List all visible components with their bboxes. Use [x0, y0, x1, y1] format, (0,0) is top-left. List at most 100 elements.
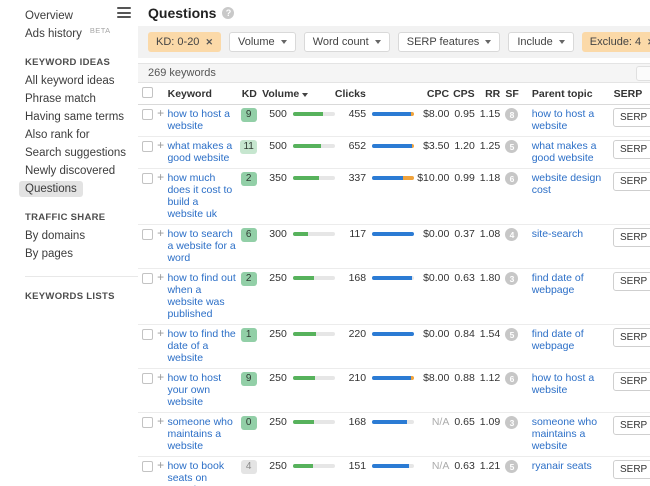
table-row: + how to book seats on ryanair website 4…	[138, 457, 650, 486]
row-checkbox[interactable]	[142, 141, 153, 152]
serp-features-badge: 5	[505, 328, 518, 341]
volume-bar	[293, 144, 335, 148]
parent-topic-link[interactable]: how to host a website	[532, 372, 594, 396]
column-header-cpc[interactable]: CPC	[414, 88, 449, 100]
parent-topic-link[interactable]: what makes a good website	[532, 140, 597, 164]
keyword-link[interactable]: how to find out when a website was publi…	[167, 272, 235, 320]
sidebar-item-by-pages[interactable]: By pages	[0, 245, 138, 263]
rr-value: 1.09	[475, 416, 500, 428]
serp-button[interactable]: SERP	[613, 328, 650, 347]
column-header-kd[interactable]: KD	[237, 88, 263, 100]
serp-features-badge: 5	[505, 460, 518, 473]
table-row: + how to host a website 9 500 455 $8.00 …	[138, 105, 650, 137]
row-checkbox[interactable]	[142, 229, 153, 240]
column-header-keyword[interactable]: Keyword	[168, 88, 237, 100]
sidebar-item-by-domains[interactable]: By domains	[0, 227, 138, 245]
add-to-list-icon[interactable]: +	[157, 226, 164, 240]
chip-close-icon[interactable]: ✕	[205, 37, 213, 48]
serp-button[interactable]: SERP	[613, 372, 650, 391]
add-to-list-icon[interactable]: +	[157, 170, 164, 184]
parent-topic-link[interactable]: how to host a website	[532, 108, 594, 132]
serp-button[interactable]: SERP	[613, 108, 650, 127]
filter-chip-serp-features[interactable]: SERP features	[398, 32, 501, 52]
keyword-link[interactable]: how much does it cost to build a website…	[167, 172, 232, 220]
volume-bar	[293, 176, 335, 180]
cpc-value: $3.50	[414, 140, 449, 152]
filter-chip-volume[interactable]: Volume	[229, 32, 296, 52]
add-to-list-icon[interactable]: +	[157, 458, 164, 472]
add-to-list-icon[interactable]: +	[157, 106, 164, 120]
column-header-clicks[interactable]: Clicks	[335, 88, 414, 100]
sidebar-item-questions[interactable]: Questions	[0, 180, 138, 198]
add-to-list-icon[interactable]: +	[157, 326, 164, 340]
table-header: Keyword KD Volume Clicks CPC CPS RR SF P…	[138, 83, 650, 105]
serp-button[interactable]: SERP	[613, 416, 650, 435]
rr-value: 1.08	[475, 228, 500, 240]
column-header-rr[interactable]: RR	[475, 88, 501, 100]
sort-desc-icon	[302, 93, 308, 97]
cpc-value: N/A	[414, 460, 449, 472]
sidebar-item-search-suggestions[interactable]: Search suggestions	[0, 144, 138, 162]
row-checkbox[interactable]	[142, 109, 153, 120]
select-all-checkbox-cell	[138, 86, 154, 101]
row-checkbox[interactable]	[142, 173, 153, 184]
serp-features-badge: 3	[505, 416, 518, 429]
keyword-link[interactable]: how to book seats on ryanair website	[167, 460, 224, 486]
row-checkbox[interactable]	[142, 273, 153, 284]
clicks-value: 168	[335, 272, 366, 284]
sidebar-item-all-keyword-ideas[interactable]: All keyword ideas	[0, 72, 138, 90]
parent-topic-link[interactable]: ryanair seats	[532, 460, 592, 472]
cps-value: 0.99	[449, 172, 474, 184]
filter-chip-exclude-4[interactable]: Exclude: 4✕	[582, 32, 650, 52]
filter-chip-include[interactable]: Include	[508, 32, 573, 52]
add-to-list-icon[interactable]: +	[157, 270, 164, 284]
keyword-count: 269 keywords	[148, 67, 216, 79]
serp-features-badge: 3	[505, 272, 518, 285]
add-to-list-icon[interactable]: +	[157, 370, 164, 384]
column-header-parent-topic[interactable]: Parent topic	[524, 88, 611, 100]
sidebar-item-ads-history[interactable]: Ads historyBETA	[0, 25, 138, 43]
column-header-sf[interactable]: SF	[500, 88, 524, 100]
serp-button[interactable]: SERP	[613, 172, 650, 191]
column-header-cps[interactable]: CPS	[449, 88, 475, 100]
keyword-link[interactable]: how to search a website for a word	[167, 228, 235, 264]
keyword-link[interactable]: what makes a good website	[167, 140, 232, 164]
serp-button[interactable]: SERP	[613, 272, 650, 291]
filter-chip-kd-0-20[interactable]: KD: 0-20✕	[148, 32, 221, 52]
sidebar-item-phrase-match[interactable]: Phrase match	[0, 90, 138, 108]
sidebar-item-also-rank-for[interactable]: Also rank for	[0, 126, 138, 144]
column-header-volume[interactable]: Volume	[262, 88, 335, 100]
row-checkbox[interactable]	[142, 373, 153, 384]
row-checkbox[interactable]	[142, 461, 153, 472]
parent-topic-link[interactable]: someone who maintains a website	[532, 416, 597, 452]
count-bar-edge-button[interactable]	[636, 66, 650, 81]
add-to-list-icon[interactable]: +	[157, 414, 164, 428]
keyword-link[interactable]: how to host your own website	[167, 372, 221, 408]
select-all-checkbox[interactable]	[142, 87, 153, 98]
sidebar-item-newly-discovered[interactable]: Newly discovered	[0, 162, 138, 180]
clicks-bar	[372, 276, 414, 280]
parent-topic-link[interactable]: website design cost	[532, 172, 601, 196]
volume-value: 300	[261, 228, 286, 240]
cps-value: 0.37	[449, 228, 474, 240]
row-checkbox[interactable]	[142, 329, 153, 340]
keyword-link[interactable]: how to find the date of a website	[167, 328, 235, 364]
add-to-list-icon[interactable]: +	[157, 138, 164, 152]
chevron-down-icon	[559, 40, 565, 44]
sidebar-item-having-same-terms[interactable]: Having same terms	[0, 108, 138, 126]
parent-topic-link[interactable]: find date of webpage	[532, 328, 584, 352]
row-checkbox[interactable]	[142, 417, 153, 428]
help-icon[interactable]: ?	[222, 7, 234, 19]
parent-topic-link[interactable]: find date of webpage	[532, 272, 584, 296]
serp-button[interactable]: SERP	[613, 140, 650, 159]
menu-icon[interactable]	[117, 7, 131, 18]
keyword-link[interactable]: someone who maintains a website	[167, 416, 232, 452]
serp-button[interactable]: SERP	[613, 228, 650, 247]
sidebar-nav: OverviewAds historyBETAKEYWORD IDEASAll …	[0, 7, 138, 306]
clicks-value: 337	[335, 172, 366, 184]
parent-topic-link[interactable]: site-search	[532, 228, 583, 240]
keyword-link[interactable]: how to host a website	[167, 108, 229, 132]
chevron-down-icon	[375, 40, 381, 44]
filter-chip-word-count[interactable]: Word count	[304, 32, 390, 52]
serp-button[interactable]: SERP	[613, 460, 650, 479]
